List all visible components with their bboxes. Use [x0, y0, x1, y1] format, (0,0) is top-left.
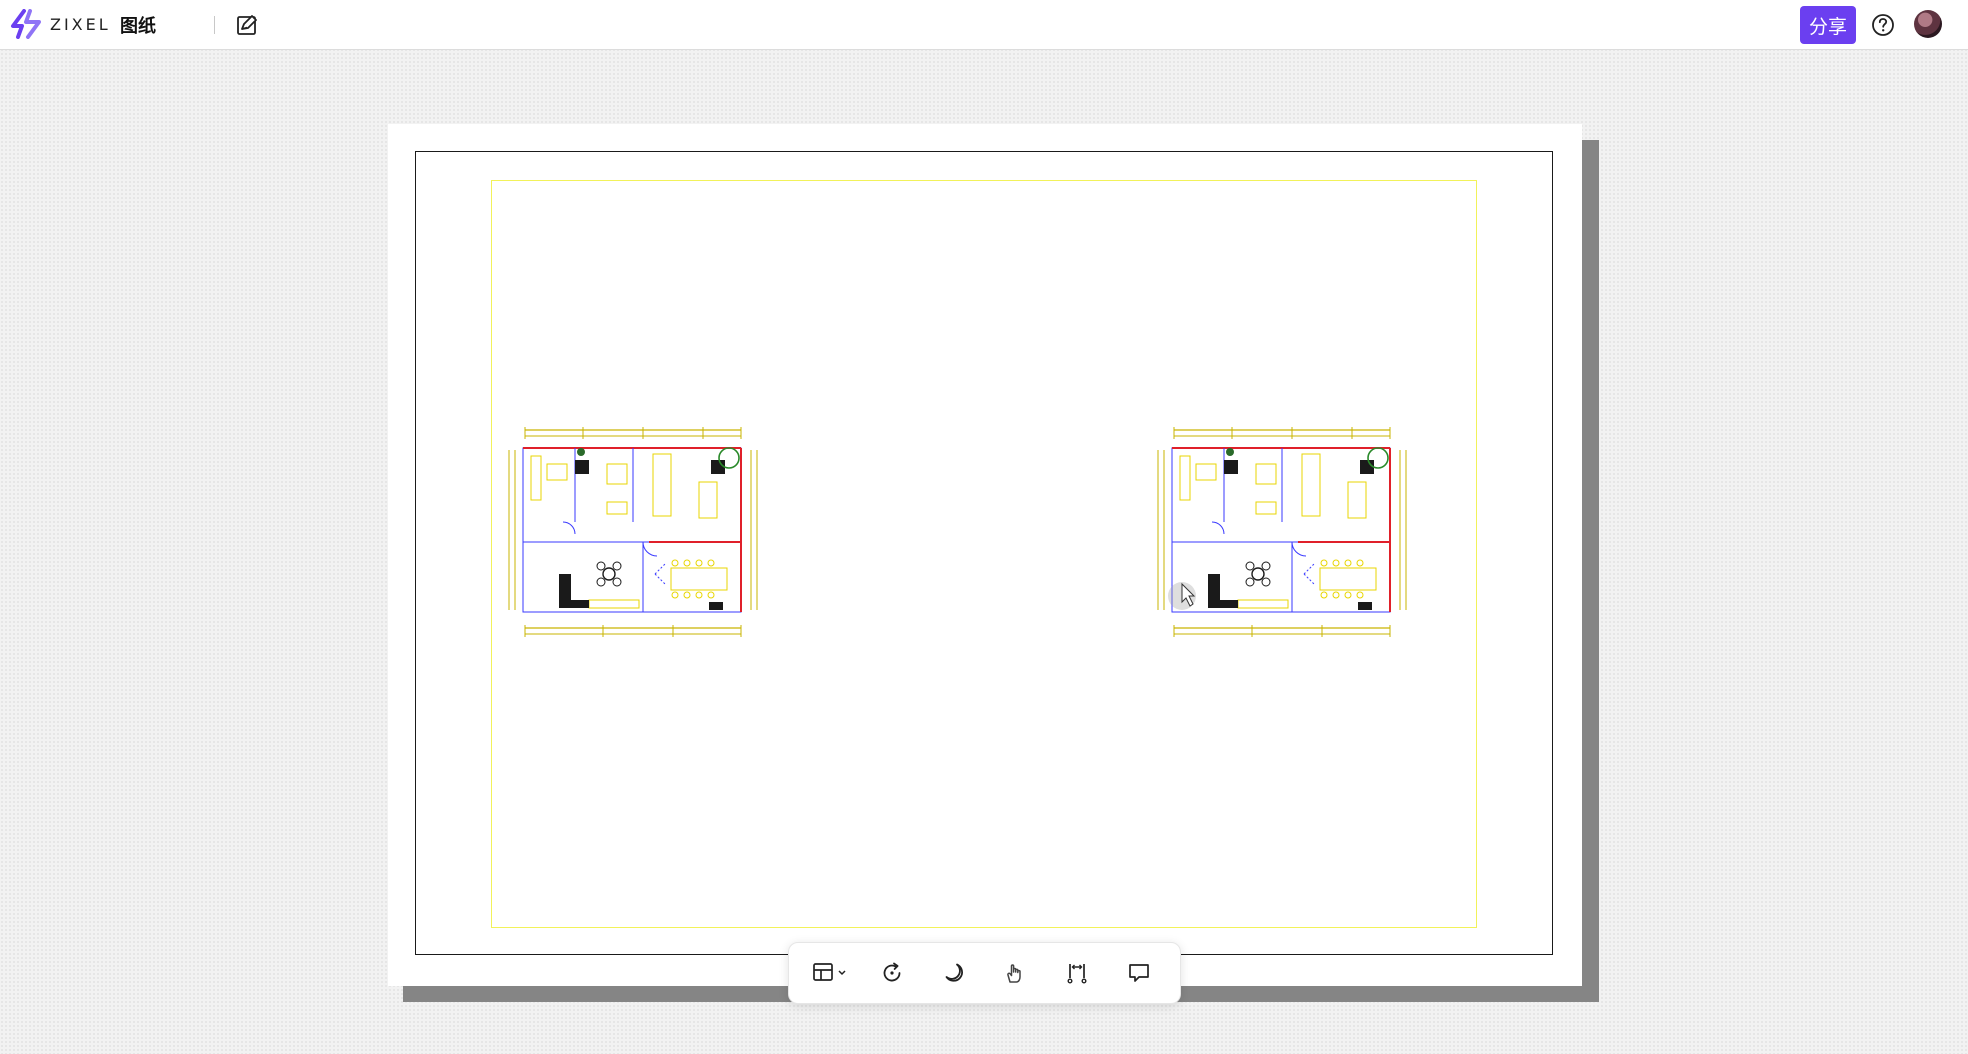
- drawing-sheet[interactable]: [388, 124, 1582, 986]
- zixel-logo[interactable]: ZIXEL: [10, 9, 111, 39]
- edit-drawing-icon: [237, 15, 257, 35]
- help-circle-icon: [1872, 14, 1894, 36]
- reset-view-button[interactable]: [869, 953, 915, 993]
- floor-plan-drawing: [508, 427, 758, 637]
- floor-plan-left[interactable]: [503, 424, 819, 694]
- share-button[interactable]: 分享: [1800, 6, 1856, 44]
- comment-icon: [1129, 964, 1149, 982]
- layout-view-dropdown-button[interactable]: [807, 953, 853, 993]
- top-bar: ZIXEL 图纸 分享: [0, 0, 1968, 50]
- document-title: 图纸: [120, 16, 156, 37]
- edit-drawing-button[interactable]: [234, 12, 260, 38]
- measure-icon: [1067, 964, 1087, 984]
- user-avatar[interactable]: [1914, 10, 1942, 38]
- viewer-toolbar: [788, 942, 1181, 1004]
- hand-icon: [1007, 964, 1022, 983]
- zixel-logo-icon: [11, 9, 41, 39]
- measure-button[interactable]: [1054, 953, 1100, 993]
- comment-button[interactable]: [1116, 953, 1162, 993]
- floor-plan-drawing: [1157, 427, 1407, 637]
- logo-text: ZIXEL: [50, 14, 111, 34]
- moon-icon: [945, 963, 963, 982]
- floor-plan-right[interactable]: [1152, 424, 1468, 694]
- help-button[interactable]: [1870, 12, 1896, 38]
- refresh-icon: [883, 962, 901, 982]
- pan-hand-button[interactable]: [992, 953, 1038, 993]
- layout-icon: [813, 963, 846, 981]
- header-divider: [214, 16, 215, 34]
- chevron-down-icon: [838, 970, 846, 976]
- dark-mode-button[interactable]: [931, 953, 977, 993]
